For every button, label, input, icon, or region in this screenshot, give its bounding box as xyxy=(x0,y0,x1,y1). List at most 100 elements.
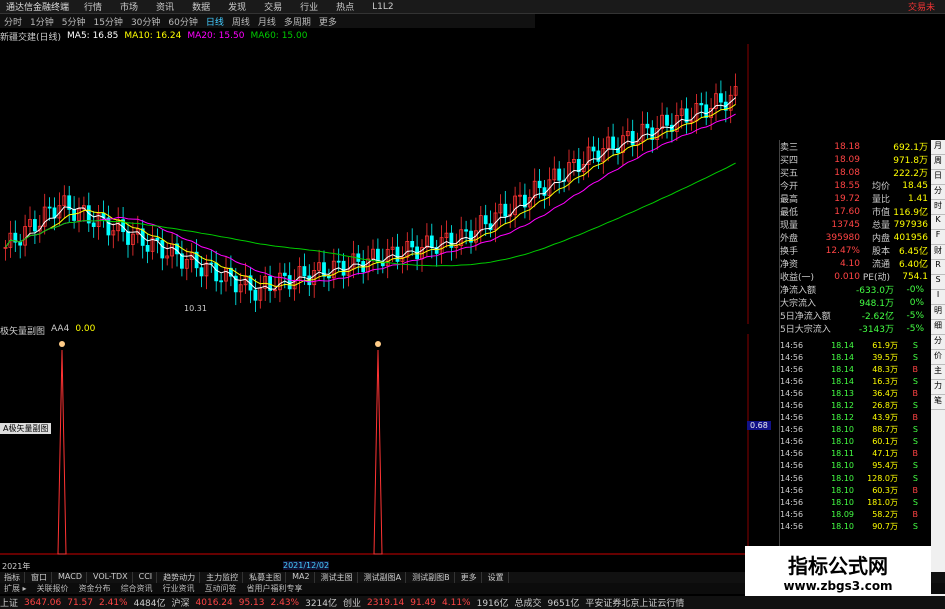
tick-price: 18.10 xyxy=(831,437,854,447)
tick-time: 14:56 xyxy=(780,485,804,495)
index-change: 91.49 xyxy=(410,597,436,608)
info-tab[interactable]: 省用户福利专享 xyxy=(243,583,307,594)
info-tab[interactable]: 资金分布 xyxy=(75,583,115,594)
period-tab[interactable]: 1分钟 xyxy=(26,15,58,28)
info-tab[interactable]: 综合资讯 xyxy=(117,583,157,594)
quote-row: 买四 18.09 971.8万 xyxy=(780,153,929,167)
menu-item[interactable]: 行情 xyxy=(75,0,111,13)
right-toolbar-button[interactable]: 价 xyxy=(931,350,945,365)
menu-item[interactable]: 交易 xyxy=(255,0,291,13)
right-toolbar-button[interactable]: 笔 xyxy=(931,395,945,410)
tick-row: 14:56 18.12 43.9万 B xyxy=(780,412,929,424)
right-toolbar-button[interactable]: 分 xyxy=(931,335,945,350)
period-tab[interactable]: 5分钟 xyxy=(58,15,90,28)
right-toolbar-button[interactable]: 明 xyxy=(931,305,945,320)
candle-body xyxy=(199,267,204,277)
quote-label: 买五 xyxy=(780,169,799,179)
quote-row: 卖三 18.18 692.1万 xyxy=(780,140,929,154)
right-toolbar-button[interactable]: 日 xyxy=(931,170,945,185)
quote-row: 买五 18.08 222.2万 xyxy=(780,166,929,180)
quote-value: 18.08 xyxy=(834,167,860,178)
indicator-tab[interactable]: 主力监控 xyxy=(202,572,244,583)
period-tab[interactable]: 分时 xyxy=(0,15,26,28)
indicator-tab[interactable]: MA2 xyxy=(288,572,315,583)
menu-item[interactable]: 行业 xyxy=(291,0,327,13)
period-tab[interactable]: 更多 xyxy=(315,15,341,28)
indicator-tab[interactable]: 设置 xyxy=(484,572,509,583)
index-value: 3647.06 xyxy=(24,597,62,608)
menu-item[interactable]: 热点 xyxy=(327,0,363,13)
tick-time: 14:56 xyxy=(780,509,804,519)
period-tab[interactable]: 60分钟 xyxy=(164,15,201,28)
right-toolbar-button[interactable]: 分 xyxy=(931,185,945,200)
indicator-tab[interactable]: MACD xyxy=(54,572,87,583)
quote-row: 收益(一) 0.010 PE(动) 754.1 xyxy=(780,270,929,284)
ma20-label: MA20: 15.50 xyxy=(187,31,245,41)
candle-body xyxy=(214,262,219,282)
period-tab[interactable]: 15分钟 xyxy=(89,15,126,28)
tick-volume: 36.4万 xyxy=(872,388,898,398)
candle-body xyxy=(145,245,150,252)
indicator-tab[interactable]: 测试副图A xyxy=(360,572,407,583)
quote-label: 净资 xyxy=(780,260,799,270)
candle-body xyxy=(464,229,469,232)
period-tab[interactable]: 月线 xyxy=(254,15,280,28)
menu-item[interactable]: 发现 xyxy=(219,0,255,13)
right-toolbar-button[interactable]: R xyxy=(931,260,945,275)
tick-side: B xyxy=(912,485,919,495)
right-toolbar-button[interactable]: 细 xyxy=(931,320,945,335)
indicator-tab[interactable]: 私募主图 xyxy=(245,572,287,583)
info-tab[interactable]: 扩展 ▸ xyxy=(0,583,31,594)
tick-price: 18.10 xyxy=(831,461,854,471)
tick-volume: 128.0万 xyxy=(867,473,898,483)
right-toolbar-button[interactable]: K xyxy=(931,215,945,230)
info-tab[interactable]: 关联报价 xyxy=(33,583,73,594)
right-toolbar-button[interactable]: 时 xyxy=(931,200,945,215)
right-toolbar-button[interactable]: 周 xyxy=(931,155,945,170)
right-toolbar-button[interactable]: 财 xyxy=(931,245,945,260)
flow-value: -3143万 xyxy=(858,325,894,335)
right-toolbar-button[interactable]: 力 xyxy=(931,380,945,395)
right-toolbar-button[interactable]: 月 xyxy=(931,140,945,155)
menu-item[interactable]: 资讯 xyxy=(147,0,183,13)
quote-value-right: 692.1万 xyxy=(893,143,928,153)
index-change: 95.13 xyxy=(238,597,265,608)
menu-item[interactable]: L1L2 xyxy=(363,2,402,12)
candle-body xyxy=(429,235,434,248)
quote-label: 现量 xyxy=(780,221,799,231)
right-toolbar-button[interactable]: I xyxy=(931,290,945,305)
period-tab[interactable]: 30分钟 xyxy=(127,15,164,28)
trade-status[interactable]: 交易未 xyxy=(908,0,945,13)
quote-value: 18.55 xyxy=(834,180,860,191)
menu-item[interactable]: 数据 xyxy=(183,0,219,13)
quote-value: 13745 xyxy=(831,219,860,230)
indicator-tab[interactable]: 窗口 xyxy=(27,572,52,583)
tick-row: 14:56 18.14 61.9万 S xyxy=(780,339,929,351)
indicator-tab[interactable]: 测试主图 xyxy=(317,572,358,583)
period-tab-daily[interactable]: 日线 xyxy=(202,15,228,28)
info-tab[interactable]: 行业资讯 xyxy=(159,583,199,594)
flow-value: 948.1万 xyxy=(859,299,894,309)
quote-label: 买四 xyxy=(780,156,799,166)
menu-item[interactable]: 市场 xyxy=(111,0,147,13)
kline-chart[interactable]: 18.0016.0015.0014.0012.00 xyxy=(0,44,755,324)
period-tab[interactable]: 多周期 xyxy=(280,15,315,28)
period-tab[interactable]: 周线 xyxy=(228,15,254,28)
indicator-tab[interactable]: VOL-TDX xyxy=(89,572,133,583)
flow-label: 净流入额 xyxy=(780,286,817,296)
indicator-tab[interactable]: 测试副图B xyxy=(408,572,455,583)
candle-body xyxy=(410,241,415,248)
candle-body xyxy=(611,136,615,149)
indicator-tab[interactable]: 趋势动力 xyxy=(159,572,201,583)
indicator-tab[interactable]: 更多 xyxy=(457,572,482,583)
indicator-tab[interactable]: 指标 xyxy=(0,572,25,583)
candle-body xyxy=(645,123,650,129)
right-toolbar-button[interactable]: S xyxy=(931,275,945,290)
right-toolbar-button[interactable]: 主 xyxy=(931,365,945,380)
quote-value: 12.47% xyxy=(825,245,860,256)
sub-chart[interactable]: 1.000.900.800.700.600.500.400.300.200.10 xyxy=(0,334,755,556)
indicator-tab[interactable]: CCI xyxy=(135,572,158,583)
right-toolbar-button[interactable]: F xyxy=(931,230,945,245)
info-tab[interactable]: 互动问答 xyxy=(201,583,241,594)
watermark: 指标公式网 www.zbgs3.com xyxy=(745,546,931,596)
